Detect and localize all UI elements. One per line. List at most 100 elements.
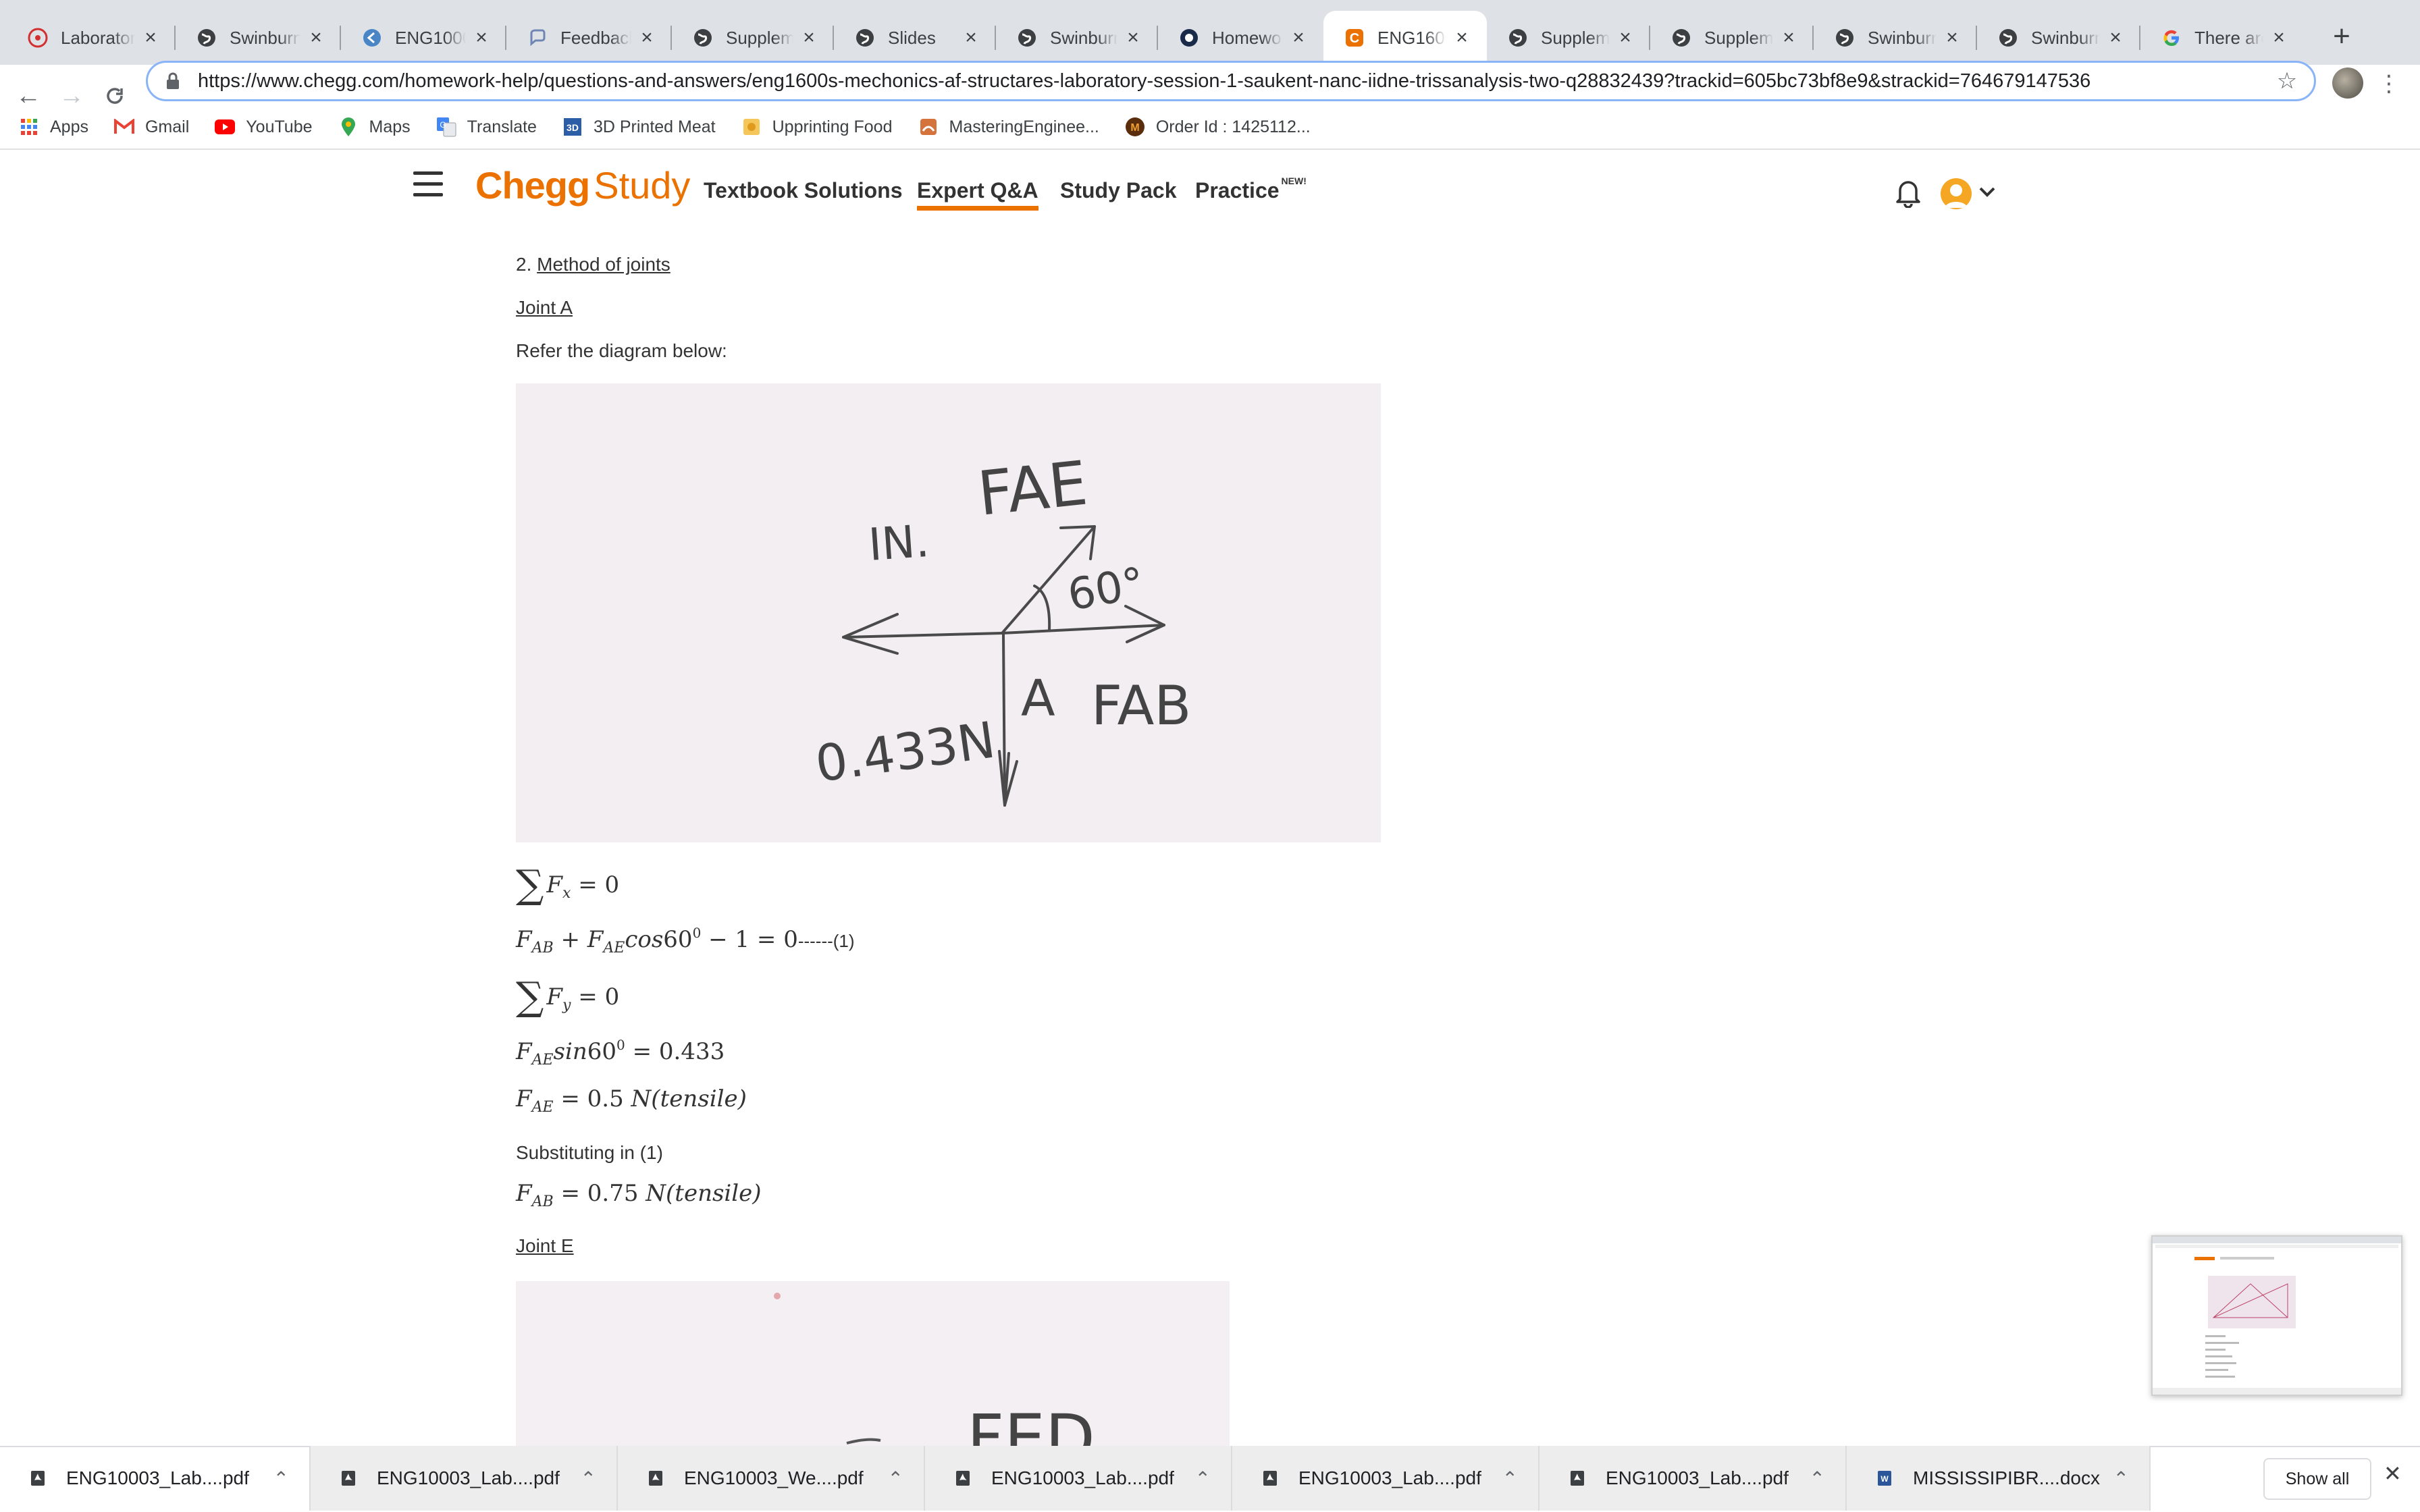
bookmark-label: Translate (467, 117, 537, 136)
equation-sum-fy: ∑ Fy = 0 (516, 973, 620, 1019)
download-item[interactable]: ENG10003_Lab....pdf ⌃ (0, 1446, 311, 1511)
tab-close-icon[interactable]: × (2269, 26, 2289, 49)
bookmark-star-icon[interactable]: ☆ (2273, 68, 2300, 94)
download-item[interactable]: W MISSISSIPIBR....docx ⌃ (1847, 1446, 2151, 1511)
new-tab-button[interactable]: + (2320, 16, 2363, 59)
tab-close-icon[interactable]: × (471, 26, 492, 49)
browser-tab[interactable]: Homework × (1158, 11, 1323, 65)
apps-grid-icon (19, 117, 39, 137)
browser-profile-avatar[interactable] (2332, 68, 2363, 99)
bookmark-gmail[interactable]: Gmail (113, 117, 189, 137)
show-all-downloads-button[interactable]: Show all (2263, 1458, 2371, 1500)
canvas-icon (361, 27, 383, 49)
bookmark-translate[interactable]: G Translate (436, 117, 537, 137)
download-item[interactable]: ENG10003_Lab....pdf ⌃ (1540, 1446, 1847, 1511)
browser-tab[interactable]: ENG1000 × (341, 11, 506, 65)
tab-close-icon[interactable]: × (1942, 26, 1962, 49)
globe-icon (1507, 27, 1529, 49)
browser-tab[interactable]: There are × (2140, 11, 2304, 65)
bookmark-label: Maps (369, 117, 411, 136)
address-bar[interactable]: https://www.chegg.com/homework-help/ques… (146, 61, 2316, 101)
user-avatar[interactable] (1941, 178, 1972, 209)
browser-menu-icon[interactable]: ⋮ (2375, 65, 2402, 103)
tab-close-icon[interactable]: × (637, 26, 657, 49)
notification-bell-icon[interactable] (1895, 177, 1922, 209)
chegg-icon: C (1344, 27, 1365, 49)
browser-tab[interactable]: Swinburne × (1977, 11, 2140, 65)
bookmark-mastering-engineering[interactable]: MasteringEnginee... (918, 117, 1099, 137)
tab-title: Suppleme (1541, 27, 1610, 48)
chevron-down-icon[interactable] (1978, 181, 1996, 204)
tab-title: Slides (888, 27, 936, 48)
tab-close-icon[interactable]: × (306, 26, 326, 49)
bookmark-apps[interactable]: Apps (19, 117, 88, 137)
tab-title: Suppleme (726, 27, 793, 48)
bookmark-maps[interactable]: Maps (338, 117, 411, 137)
browser-tab[interactable]: Laborator × (7, 11, 176, 65)
download-filename: MISSISSIPIBR....docx (1913, 1467, 2100, 1488)
globe-icon (1016, 27, 1038, 49)
nav-study-pack[interactable]: Study Pack (1060, 178, 1177, 203)
chevron-up-icon[interactable]: ⌃ (1195, 1467, 1211, 1490)
chevron-up-icon[interactable]: ⌃ (581, 1467, 596, 1490)
tab-close-icon[interactable]: × (1123, 26, 1143, 49)
homework-icon (1178, 27, 1200, 49)
download-item[interactable]: ENG10003_Lab....pdf ⌃ (925, 1446, 1232, 1511)
chevron-up-icon[interactable]: ⌃ (1810, 1467, 1825, 1490)
tab-close-icon[interactable]: × (799, 26, 819, 49)
tab-title: ENG1600 (1377, 27, 1446, 48)
browser-tab[interactable]: Feedback × (506, 11, 672, 65)
browser-tab[interactable]: Suppleme × (672, 11, 834, 65)
chegg-study-logo[interactable]: Chegg Study (475, 163, 690, 207)
page-thumbnail-preview[interactable] (2151, 1235, 2402, 1396)
nav-textbook-solutions[interactable]: Textbook Solutions (704, 178, 903, 203)
browser-tab[interactable]: Swinburne × (1814, 11, 1977, 65)
url-text[interactable]: https://www.chegg.com/homework-help/ques… (198, 70, 2273, 92)
browser-tab[interactable]: Swinburne × (176, 11, 341, 65)
browser-tab[interactable]: Suppleme × (1650, 11, 1814, 65)
tab-title: Homework (1212, 27, 1283, 48)
download-item[interactable]: ENG10003_Lab....pdf ⌃ (1232, 1446, 1540, 1511)
browser-tab[interactable]: Slides × (834, 11, 996, 65)
bookmark-order-id[interactable]: M Order Id : 1425112... (1125, 117, 1311, 137)
pdf-file-icon (1571, 1471, 1584, 1486)
browser-tab-active[interactable]: C ENG1600 × (1323, 11, 1487, 65)
bookmark-upprinting-food[interactable]: Upprinting Food (741, 117, 893, 137)
tab-close-icon[interactable]: × (961, 26, 981, 49)
label-fab: FAB (1091, 674, 1191, 737)
chevron-up-icon[interactable]: ⌃ (2113, 1467, 2129, 1490)
tab-close-icon[interactable]: × (1452, 26, 1472, 49)
label-joint-a: A (1021, 670, 1055, 728)
browser-tab[interactable]: Swinburne × (996, 11, 1158, 65)
tab-close-icon[interactable]: × (2105, 26, 2126, 49)
tab-close-icon[interactable]: × (1288, 26, 1309, 49)
google-icon (2161, 27, 2182, 49)
equation-sum-fx: ∑ Fx = 0 (516, 861, 620, 907)
tab-close-icon[interactable]: × (140, 26, 161, 49)
svg-text:C: C (1350, 31, 1359, 46)
browser-tab[interactable]: Suppleme × (1487, 11, 1650, 65)
tab-title: Suppleme (1704, 27, 1773, 48)
bookmarks-bar: Apps Gmail YouTube Maps G Translate 3D 3… (0, 105, 2420, 150)
nav-expert-qa[interactable]: Expert Q&A (917, 178, 1038, 211)
label-load: 0.433N (812, 711, 999, 793)
chevron-up-icon[interactable]: ⌃ (273, 1467, 289, 1490)
download-item[interactable]: ENG10003_Lab....pdf ⌃ (311, 1446, 618, 1511)
close-icon[interactable]: ✕ (2384, 1461, 2402, 1486)
section-heading: 2. Method of joints (516, 254, 670, 275)
tab-close-icon[interactable]: × (1615, 26, 1635, 49)
globe-icon (854, 27, 876, 49)
nav-practice[interactable]: Practice NEW! (1195, 176, 1307, 203)
equation-fab-result: FAB = 0.75 N(tensile) (516, 1180, 762, 1210)
bookmark-youtube[interactable]: YouTube (215, 117, 313, 137)
lock-icon[interactable] (163, 72, 183, 90)
chegg-site-header: Chegg Study Textbook Solutions Expert Q&A… (0, 150, 2420, 230)
hamburger-menu-icon[interactable] (413, 171, 443, 198)
bookmark-3d-printed-meat[interactable]: 3D 3D Printed Meat (562, 117, 716, 137)
bookmark-label: 3D Printed Meat (593, 117, 716, 136)
tab-close-icon[interactable]: × (1779, 26, 1799, 49)
chevron-up-icon[interactable]: ⌃ (1502, 1467, 1518, 1490)
chevron-up-icon[interactable]: ⌃ (888, 1467, 903, 1490)
download-item[interactable]: ENG10003_We....pdf ⌃ (618, 1446, 925, 1511)
logo-brand: Chegg (475, 164, 590, 207)
